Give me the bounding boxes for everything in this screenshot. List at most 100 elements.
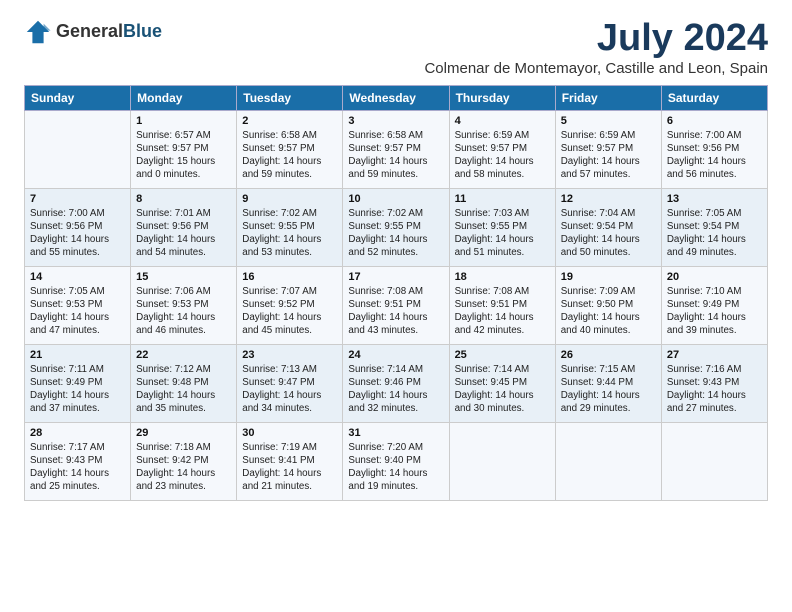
day-cell: 16Sunrise: 7:07 AM Sunset: 9:52 PM Dayli…: [237, 266, 343, 344]
day-cell: 2Sunrise: 6:58 AM Sunset: 9:57 PM Daylig…: [237, 110, 343, 188]
day-cell: 20Sunrise: 7:10 AM Sunset: 9:49 PM Dayli…: [661, 266, 767, 344]
day-info: Sunrise: 7:05 AM Sunset: 9:53 PM Dayligh…: [30, 285, 125, 338]
column-header-thursday: Thursday: [449, 85, 555, 110]
day-number: 18: [455, 271, 550, 283]
week-row-1: 1 Sunrise: 6:57 AM Sunset: 9:57 PM Daylig…: [25, 110, 768, 188]
day-info: Sunrise: 6:58 AM Sunset: 9:57 PM Dayligh…: [348, 129, 443, 182]
main-title: July 2024: [424, 18, 768, 60]
day-info: Sunrise: 6:59 AM Sunset: 9:57 PM Dayligh…: [455, 129, 550, 182]
day-info: Sunrise: 7:05 AM Sunset: 9:54 PM Dayligh…: [667, 207, 762, 260]
day-number: 25: [455, 349, 550, 361]
day-info: Sunrise: 7:02 AM Sunset: 9:55 PM Dayligh…: [348, 207, 443, 260]
day-number: 14: [30, 271, 125, 283]
day-number: 4: [455, 115, 550, 127]
day-info: Sunrise: 7:14 AM Sunset: 9:46 PM Dayligh…: [348, 363, 443, 416]
day-info: Sunrise: 7:20 AM Sunset: 9:40 PM Dayligh…: [348, 441, 443, 494]
column-header-monday: Monday: [131, 85, 237, 110]
day-cell: 22 Sunrise: 7:12 AM Sunset: 9:48 PM Dayli…: [131, 344, 237, 422]
day-cell: 14 Sunrise: 7:05 AM Sunset: 9:53 PM Dayli…: [25, 266, 131, 344]
day-cell: 30 Sunrise: 7:19 AM Sunset: 9:41 PM Dayli…: [237, 422, 343, 500]
day-number: 30: [242, 427, 337, 439]
day-number: 27: [667, 349, 762, 361]
day-info: Sunrise: 6:57 AM Sunset: 9:57 PM Dayligh…: [136, 129, 231, 182]
day-number: 21: [30, 349, 125, 361]
day-info: Sunrise: 7:14 AM Sunset: 9:45 PM Dayligh…: [455, 363, 550, 416]
day-number: 22: [136, 349, 231, 361]
day-info: Sunrise: 7:11 AM Sunset: 9:49 PM Dayligh…: [30, 363, 125, 416]
subtitle: Colmenar de Montemayor, Castille and Leo…: [424, 60, 768, 77]
day-number: 24: [348, 349, 443, 361]
day-number: 16: [242, 271, 337, 283]
day-cell: 12Sunrise: 7:04 AM Sunset: 9:54 PM Dayli…: [555, 188, 661, 266]
day-number: 17: [348, 271, 443, 283]
day-info: Sunrise: 7:02 AM Sunset: 9:55 PM Dayligh…: [242, 207, 337, 260]
column-header-sunday: Sunday: [25, 85, 131, 110]
day-cell: 3Sunrise: 6:58 AM Sunset: 9:57 PM Daylig…: [343, 110, 449, 188]
day-number: 13: [667, 193, 762, 205]
day-number: 9: [242, 193, 337, 205]
week-row-4: 21 Sunrise: 7:11 AM Sunset: 9:49 PM Dayli…: [25, 344, 768, 422]
day-number: 11: [455, 193, 550, 205]
day-cell: 18Sunrise: 7:08 AM Sunset: 9:51 PM Dayli…: [449, 266, 555, 344]
day-cell: 25 Sunrise: 7:14 AM Sunset: 9:45 PM Dayli…: [449, 344, 555, 422]
day-cell: 27 Sunrise: 7:16 AM Sunset: 9:43 PM Dayli…: [661, 344, 767, 422]
day-cell: 1 Sunrise: 6:57 AM Sunset: 9:57 PM Daylig…: [131, 110, 237, 188]
day-number: 1: [136, 115, 231, 127]
column-header-friday: Friday: [555, 85, 661, 110]
week-row-2: 7 Sunrise: 7:00 AM Sunset: 9:56 PM Daylig…: [25, 188, 768, 266]
day-cell: 13 Sunrise: 7:05 AM Sunset: 9:54 PM Dayli…: [661, 188, 767, 266]
day-number: 31: [348, 427, 443, 439]
week-row-3: 14 Sunrise: 7:05 AM Sunset: 9:53 PM Dayli…: [25, 266, 768, 344]
day-cell: [449, 422, 555, 500]
day-number: 19: [561, 271, 656, 283]
day-info: Sunrise: 7:12 AM Sunset: 9:48 PM Dayligh…: [136, 363, 231, 416]
day-number: 15: [136, 271, 231, 283]
week-row-5: 28Sunrise: 7:17 AM Sunset: 9:43 PM Dayli…: [25, 422, 768, 500]
day-cell: 19Sunrise: 7:09 AM Sunset: 9:50 PM Dayli…: [555, 266, 661, 344]
logo-icon: [24, 18, 52, 46]
logo-general: General: [56, 21, 123, 41]
day-number: 2: [242, 115, 337, 127]
day-cell: 11 Sunrise: 7:03 AM Sunset: 9:55 PM Dayli…: [449, 188, 555, 266]
day-cell: 31 Sunrise: 7:20 AM Sunset: 9:40 PM Dayli…: [343, 422, 449, 500]
day-info: Sunrise: 7:01 AM Sunset: 9:56 PM Dayligh…: [136, 207, 231, 260]
day-info: Sunrise: 7:13 AM Sunset: 9:47 PM Dayligh…: [242, 363, 337, 416]
day-number: 5: [561, 115, 656, 127]
day-number: 28: [30, 427, 125, 439]
day-number: 7: [30, 193, 125, 205]
day-cell: 6Sunrise: 7:00 AM Sunset: 9:56 PM Daylig…: [661, 110, 767, 188]
day-number: 23: [242, 349, 337, 361]
day-info: Sunrise: 7:00 AM Sunset: 9:56 PM Dayligh…: [30, 207, 125, 260]
column-header-saturday: Saturday: [661, 85, 767, 110]
day-number: 6: [667, 115, 762, 127]
day-cell: 10 Sunrise: 7:02 AM Sunset: 9:55 PM Dayli…: [343, 188, 449, 266]
day-info: Sunrise: 7:18 AM Sunset: 9:42 PM Dayligh…: [136, 441, 231, 494]
day-info: Sunrise: 7:04 AM Sunset: 9:54 PM Dayligh…: [561, 207, 656, 260]
day-number: 26: [561, 349, 656, 361]
day-cell: 15 Sunrise: 7:06 AM Sunset: 9:53 PM Dayli…: [131, 266, 237, 344]
logo: GeneralBlue: [24, 18, 162, 46]
calendar-header-row: SundayMondayTuesdayWednesdayThursdayFrid…: [25, 85, 768, 110]
column-header-tuesday: Tuesday: [237, 85, 343, 110]
day-info: Sunrise: 7:06 AM Sunset: 9:53 PM Dayligh…: [136, 285, 231, 338]
day-cell: [25, 110, 131, 188]
day-cell: 17 Sunrise: 7:08 AM Sunset: 9:51 PM Dayli…: [343, 266, 449, 344]
day-info: Sunrise: 7:16 AM Sunset: 9:43 PM Dayligh…: [667, 363, 762, 416]
day-cell: 29Sunrise: 7:18 AM Sunset: 9:42 PM Dayli…: [131, 422, 237, 500]
day-cell: 23 Sunrise: 7:13 AM Sunset: 9:47 PM Dayli…: [237, 344, 343, 422]
day-info: Sunrise: 7:19 AM Sunset: 9:41 PM Dayligh…: [242, 441, 337, 494]
day-info: Sunrise: 7:03 AM Sunset: 9:55 PM Dayligh…: [455, 207, 550, 260]
day-cell: 5Sunrise: 6:59 AM Sunset: 9:57 PM Daylig…: [555, 110, 661, 188]
page: GeneralBlue July 2024 Colmenar de Montem…: [0, 0, 792, 513]
day-number: 10: [348, 193, 443, 205]
title-block: July 2024 Colmenar de Montemayor, Castil…: [424, 18, 768, 77]
day-cell: [555, 422, 661, 500]
day-number: 20: [667, 271, 762, 283]
header: GeneralBlue July 2024 Colmenar de Montem…: [24, 18, 768, 77]
calendar-table: SundayMondayTuesdayWednesdayThursdayFrid…: [24, 85, 768, 501]
day-cell: 28Sunrise: 7:17 AM Sunset: 9:43 PM Dayli…: [25, 422, 131, 500]
day-cell: [661, 422, 767, 500]
day-info: Sunrise: 7:08 AM Sunset: 9:51 PM Dayligh…: [348, 285, 443, 338]
day-cell: 26Sunrise: 7:15 AM Sunset: 9:44 PM Dayli…: [555, 344, 661, 422]
day-cell: 4 Sunrise: 6:59 AM Sunset: 9:57 PM Daylig…: [449, 110, 555, 188]
